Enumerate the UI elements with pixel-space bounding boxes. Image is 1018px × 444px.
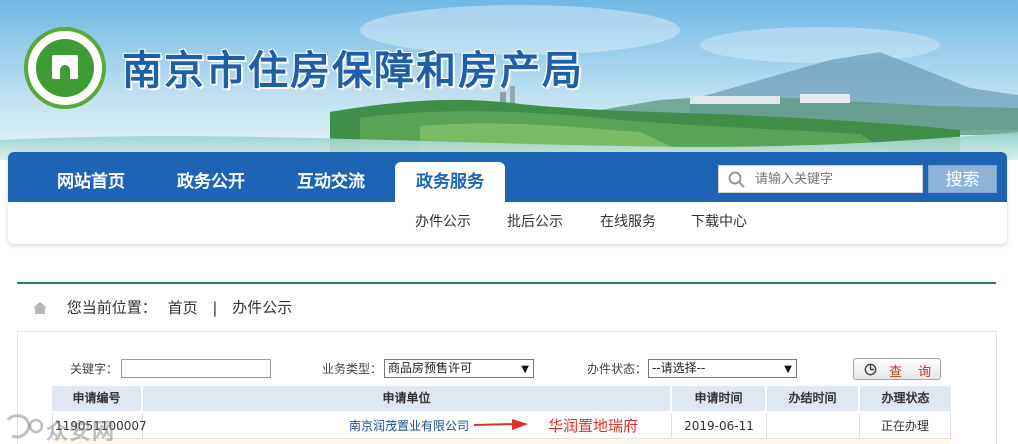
subnav-item-downloads[interactable]: 下载中心 (691, 211, 747, 233)
nav-item-government-affairs[interactable]: 政务公开 (160, 162, 262, 202)
site-title: 南京市住房保障和房产局 (122, 47, 584, 94)
breadcrumb-current: 办件公示 (232, 298, 293, 317)
annotation-arrow-icon (473, 419, 528, 430)
logo-emblem (36, 39, 94, 97)
column-header-apply-time: 申请时间 (672, 386, 766, 411)
column-header-applicant: 申请单位 (143, 386, 671, 411)
cell-complete-time (767, 413, 860, 439)
bureau-logo[interactable] (24, 27, 106, 109)
search-box (718, 165, 923, 193)
search-button[interactable]: 搜索 (928, 165, 997, 193)
refresh-search-icon (864, 363, 877, 376)
site-banner: 南京市住房保障和房产局 (0, 0, 1018, 160)
breadcrumb-prefix: 您当前位置： (66, 298, 157, 317)
business-type-value: 商品房预售许可 (388, 361, 473, 375)
subnav-item-post-approval[interactable]: 批后公示 (507, 211, 563, 233)
nav-item-interaction[interactable]: 互动交流 (280, 162, 382, 202)
query-button[interactable]: 查 询 (853, 358, 941, 380)
subnav-item-public-notice[interactable]: 办件公示 (415, 211, 471, 233)
status-label: 办件状态： (587, 362, 648, 376)
watermark-logo-icon (6, 414, 44, 439)
column-header-complete-time: 办结时间 (767, 386, 859, 411)
keyword-input[interactable] (121, 359, 271, 378)
nav-item-home[interactable]: 网站首页 (40, 162, 142, 202)
dropdown-arrow-icon: ▼ (521, 364, 529, 375)
annotation-label: 华润置地瑞府 (548, 417, 639, 435)
search-input[interactable] (755, 168, 915, 190)
search-icon (728, 171, 745, 188)
status-value: --请选择-- (652, 361, 706, 375)
page: 南京市住房保障和房产局 网站首页 政务公开 互动交流 政务服务 搜索 办件公示 … (0, 0, 1018, 444)
main-navigation: 网站首页 政务公开 互动交流 政务服务 搜索 办件公示 批后公示 在线服务 下载… (8, 152, 1007, 244)
cell-apply-time: 2019-06-11 (672, 413, 767, 439)
city-gate-icon (52, 55, 78, 79)
section-divider (17, 282, 996, 284)
breadcrumb-home-link[interactable]: 首页 (168, 299, 198, 317)
nav-bar: 网站首页 政务公开 互动交流 政务服务 搜索 (8, 152, 1007, 202)
dropdown-arrow-icon: ▼ (784, 364, 792, 375)
home-icon (33, 301, 47, 314)
nav-item-services[interactable]: 政务服务 (395, 162, 505, 202)
breadcrumb-separator: | (212, 298, 218, 317)
watermark: 众安网 (2, 412, 137, 444)
business-type-select[interactable]: 商品房预售许可 ▼ (384, 359, 534, 378)
subnav-item-online-service[interactable]: 在线服务 (600, 211, 656, 233)
table-row-next (52, 439, 951, 444)
watermark-text: 众安网 (46, 420, 116, 444)
column-header-status: 办理状态 (860, 386, 951, 411)
status-select[interactable]: --请选择-- ▼ (648, 359, 797, 378)
business-type-label: 业务类型： (322, 362, 383, 376)
cell-status: 正在办理 (860, 413, 951, 439)
column-header-application-no: 申请编号 (52, 386, 142, 411)
keyword-label: 关键字： (70, 362, 119, 376)
query-button-label: 查 询 (889, 365, 938, 380)
breadcrumb: 您当前位置： 首页 | 办件公示 (32, 296, 292, 318)
